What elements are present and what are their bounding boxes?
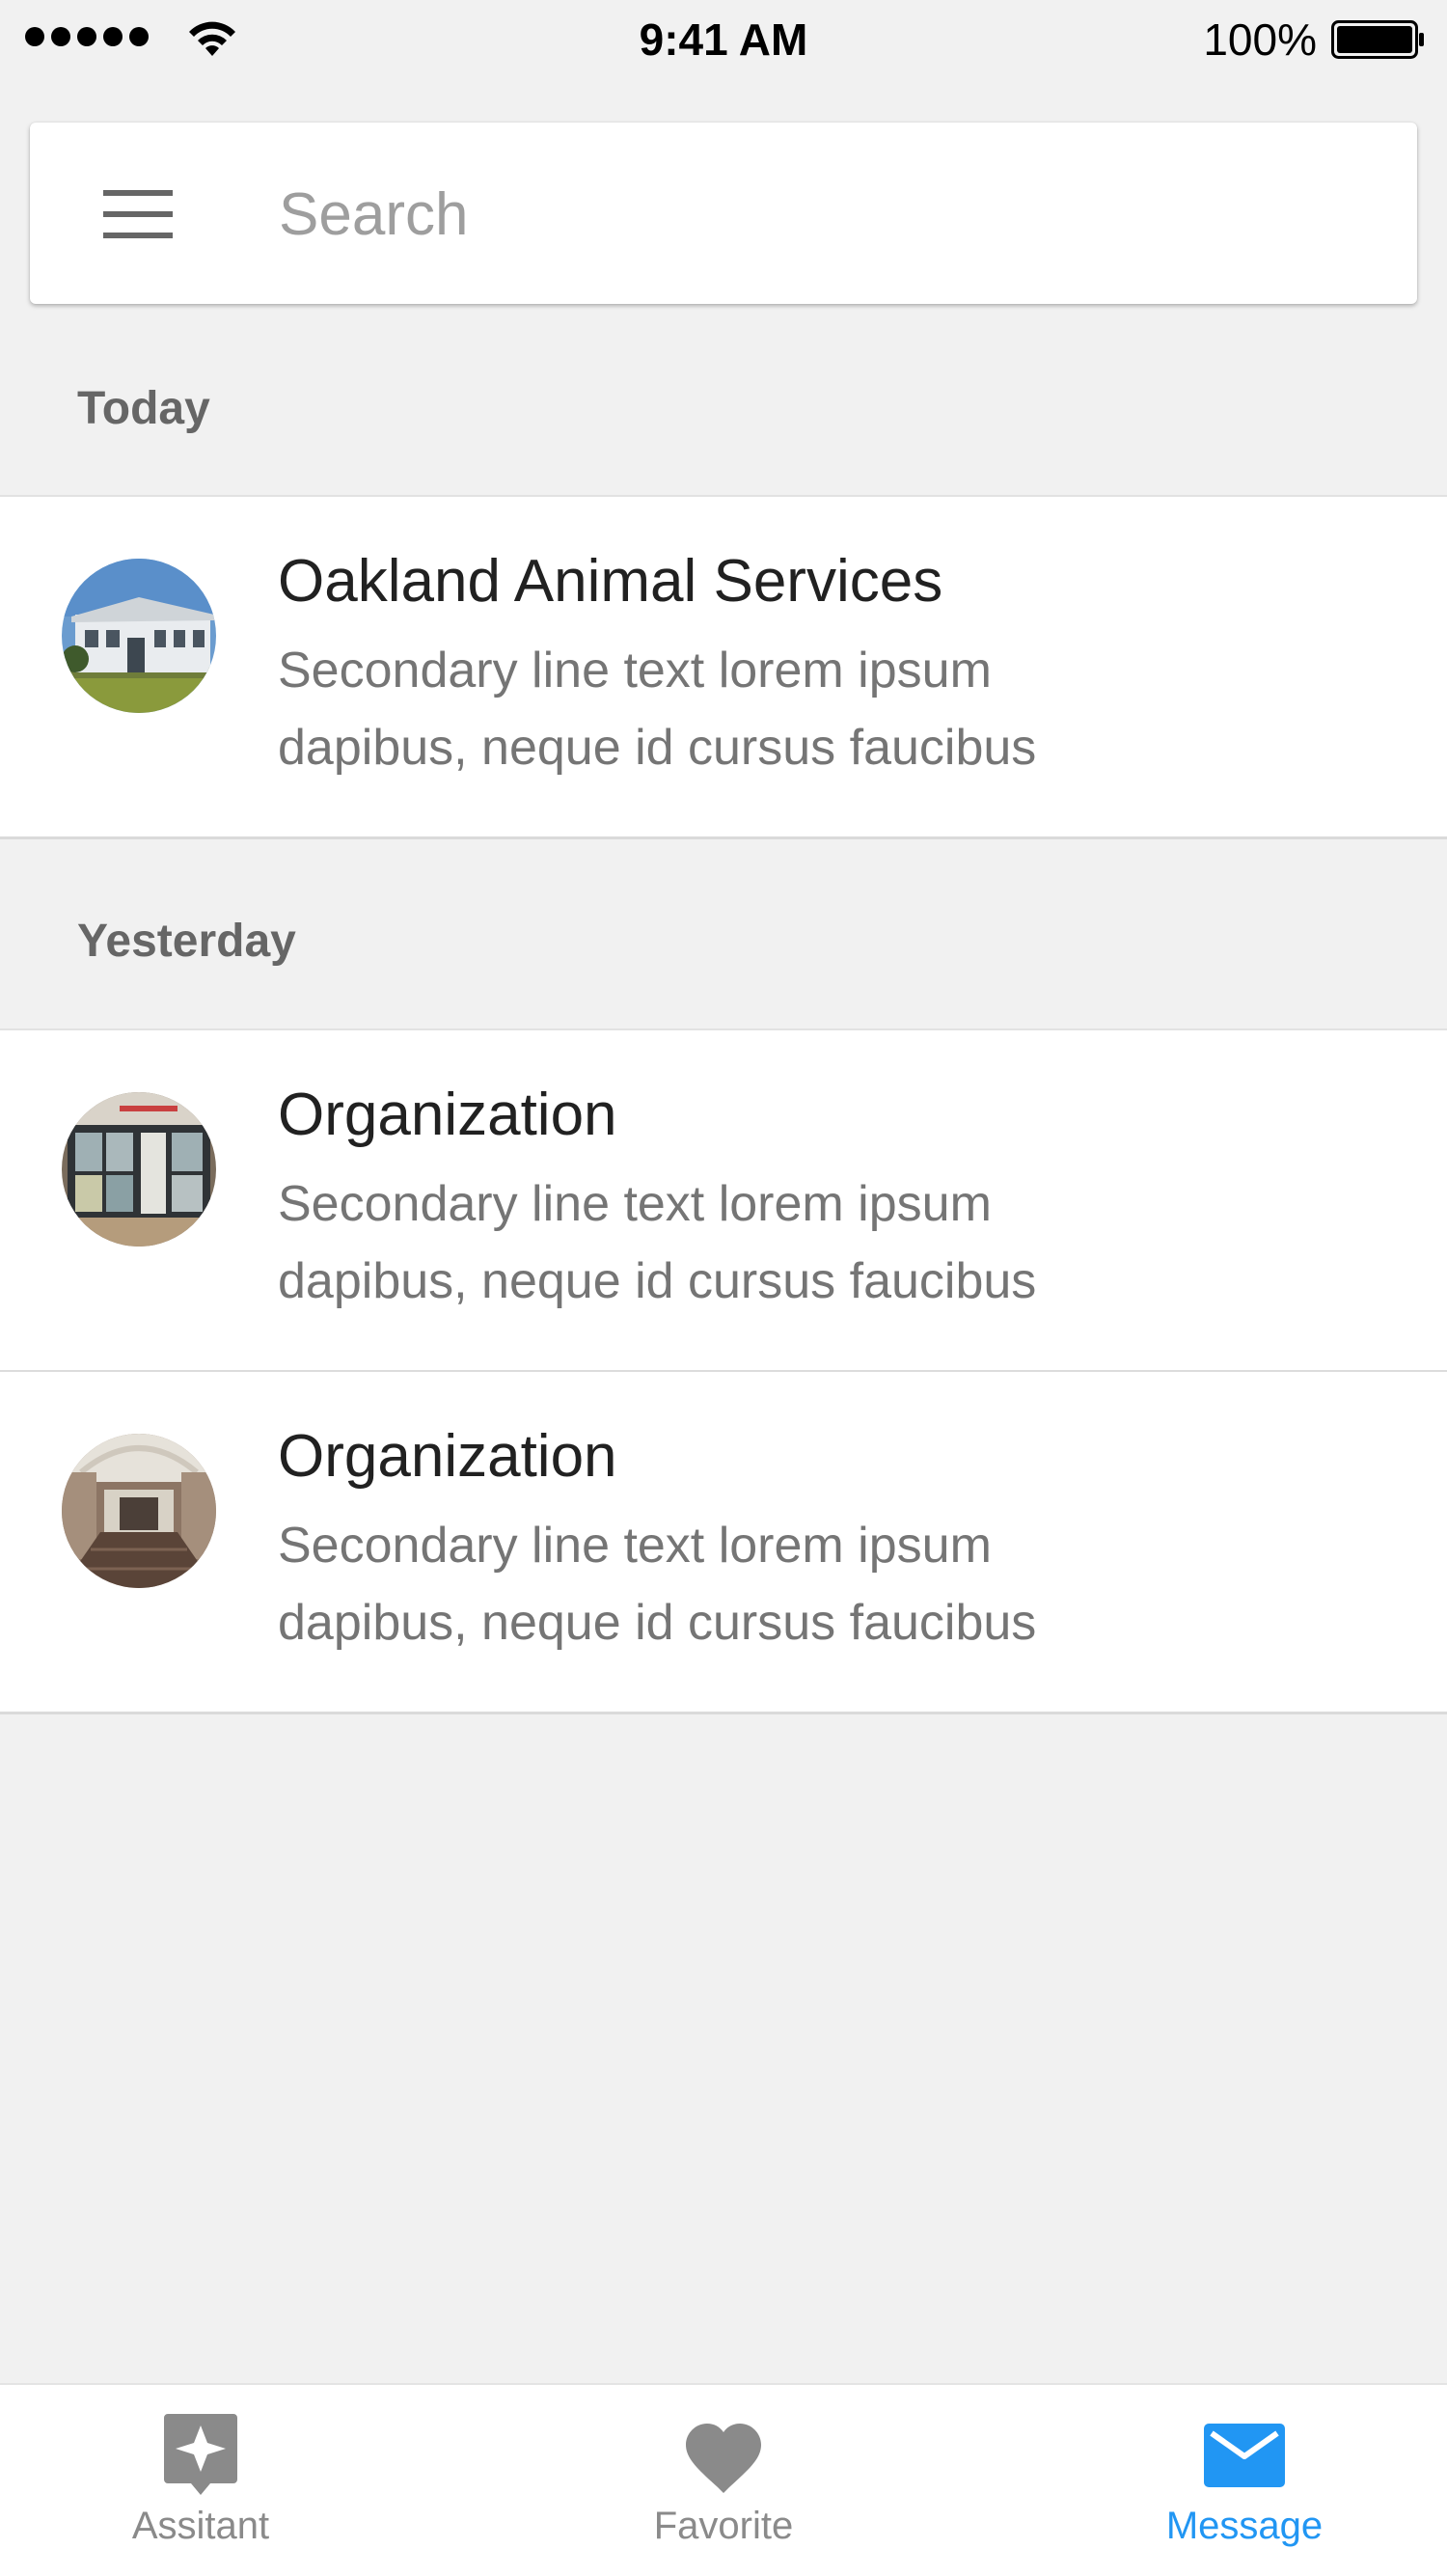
assistant-icon bbox=[164, 2414, 237, 2495]
avatar bbox=[62, 1092, 216, 1247]
list-group-today: Oakland Animal Services Secondary line t… bbox=[0, 495, 1447, 839]
tab-message[interactable]: Message bbox=[1100, 2385, 1389, 2576]
section-header-today: Today bbox=[77, 383, 210, 434]
item-subtitle: Secondary line text lorem ipsum dapibus,… bbox=[278, 643, 1037, 776]
item-title: Organization bbox=[278, 1423, 617, 1490]
tab-label: Assitant bbox=[131, 2505, 270, 2547]
tab-assistant[interactable]: Assitant bbox=[56, 2385, 345, 2576]
hallway-photo-icon bbox=[62, 1434, 216, 1588]
battery-icon bbox=[1331, 20, 1424, 59]
search-input[interactable] bbox=[279, 171, 1340, 258]
hamburger-menu-icon[interactable] bbox=[103, 190, 173, 238]
avatar bbox=[62, 1434, 216, 1588]
item-subtitle: Secondary line text lorem ipsum dapibus,… bbox=[278, 1518, 1037, 1651]
avatar bbox=[62, 559, 216, 713]
mail-icon bbox=[1204, 2424, 1285, 2487]
tab-label: Message bbox=[1165, 2505, 1324, 2547]
section-header-yesterday: Yesterday bbox=[77, 916, 296, 967]
list-item[interactable]: Organization Secondary line text lorem i… bbox=[0, 1030, 1447, 1370]
list-item[interactable]: Oakland Animal Services Secondary line t… bbox=[0, 497, 1447, 836]
battery-percentage: 100% bbox=[1203, 14, 1317, 65]
tab-label: Favorite bbox=[653, 2505, 794, 2547]
list-item[interactable]: Organization Secondary line text lorem i… bbox=[0, 1370, 1447, 1712]
list-group-yesterday: Organization Secondary line text lorem i… bbox=[0, 1028, 1447, 1714]
building-photo-icon bbox=[62, 559, 216, 713]
heart-icon bbox=[686, 2424, 761, 2493]
search-bar bbox=[30, 123, 1417, 304]
status-bar: 9:41 AM 100% bbox=[0, 0, 1447, 77]
item-title: Oakland Animal Services bbox=[278, 548, 943, 615]
bottom-tab-bar: Assitant Favorite Message bbox=[0, 2383, 1447, 2576]
item-title: Organization bbox=[278, 1082, 617, 1148]
storefront-photo-icon bbox=[62, 1092, 216, 1247]
item-subtitle: Secondary line text lorem ipsum dapibus,… bbox=[278, 1176, 1037, 1309]
tab-favorite[interactable]: Favorite bbox=[579, 2385, 868, 2576]
